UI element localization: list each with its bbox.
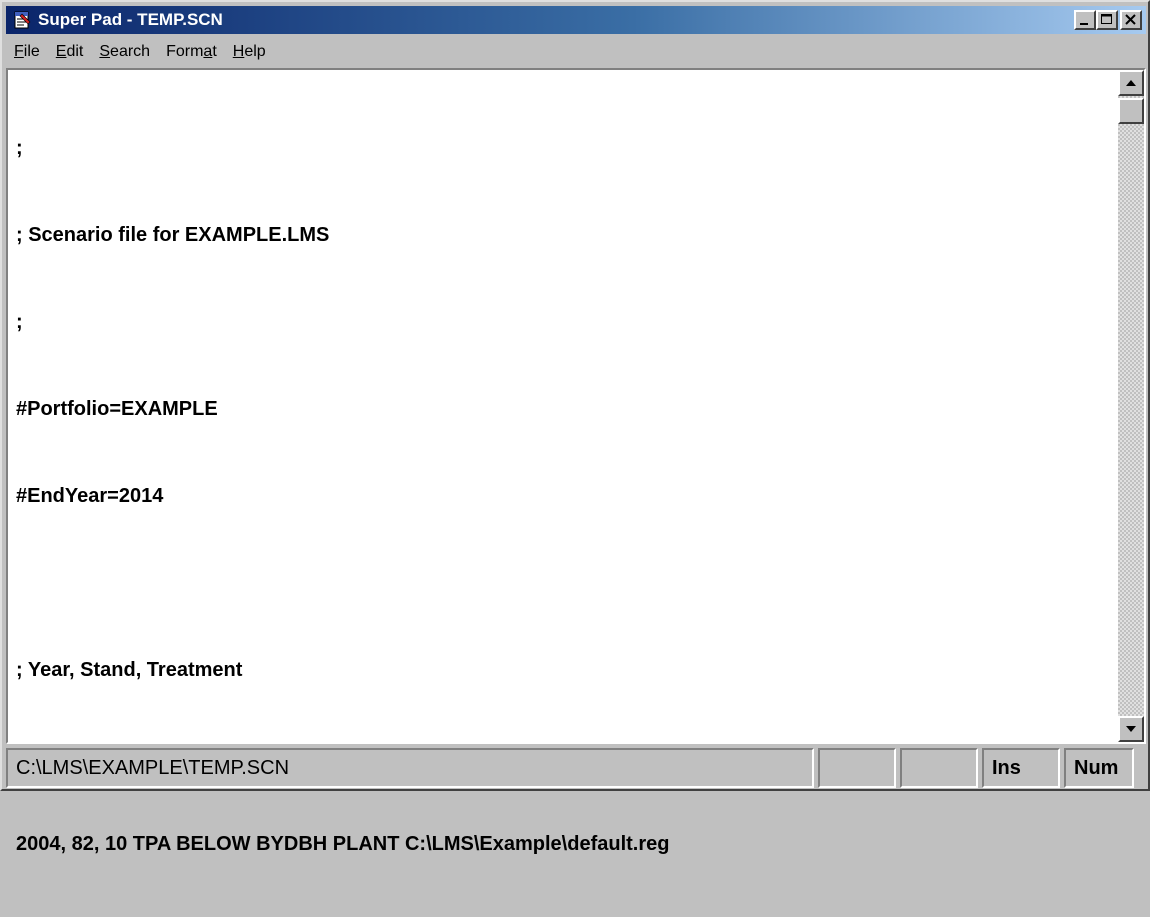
menu-file[interactable]: File [6,43,48,61]
minimize-icon [1080,23,1088,25]
menu-help[interactable]: Help [225,43,274,61]
maximize-button[interactable] [1096,10,1118,30]
menu-bar: File Edit Search Format Help [6,36,274,68]
scroll-down-button[interactable] [1118,716,1144,742]
status-bar: C:\LMS\EXAMPLE\TEMP.SCN Ins Num [6,748,1146,788]
editor-content[interactable]: ; ; Scenario file for EXAMPLE.LMS ; #Por… [16,76,1116,855]
editor-line: 2004, 82, 10 TPA BELOW BYDBH PLANT C:\LM… [16,833,670,855]
menu-search[interactable]: Search [91,43,158,61]
menu-format[interactable]: Format [158,43,225,61]
status-insert-mode: Ins [982,748,1060,788]
status-file-path: C:\LMS\EXAMPLE\TEMP.SCN [6,748,814,788]
editor-line: ; Scenario file for EXAMPLE.LMS [16,224,330,246]
text-editor[interactable]: ; ; Scenario file for EXAMPLE.LMS ; #Por… [6,68,1146,855]
status-num-lock: Num [1064,748,1134,788]
app-window: Super Pad - TEMP.SCN File Edit Search Fo… [0,0,1150,855]
window-title: Super Pad - TEMP.SCN [38,10,223,29]
notepad-icon[interactable] [12,10,32,30]
arrow-down-icon [1126,726,1136,732]
editor-line: #EndYear=2014 [16,485,164,507]
minimize-button[interactable] [1074,10,1096,30]
editor-line: ; [16,311,23,333]
scroll-up-button[interactable] [1118,70,1144,96]
status-pane-empty [900,748,978,788]
close-icon [1125,14,1136,25]
scroll-thumb[interactable] [1118,98,1144,124]
close-button[interactable] [1120,10,1142,30]
status-pane-empty [818,748,896,788]
title-bar[interactable]: Super Pad - TEMP.SCN [6,6,1146,34]
arrow-up-icon [1126,80,1136,86]
editor-line: ; Year, Stand, Treatment [16,659,243,681]
window-controls [1074,10,1142,30]
menu-edit[interactable]: Edit [48,43,92,61]
maximize-icon [1101,14,1112,24]
vertical-scrollbar[interactable] [1118,70,1144,742]
editor-line: ; [16,137,23,159]
editor-line: #Portfolio=EXAMPLE [16,398,218,420]
